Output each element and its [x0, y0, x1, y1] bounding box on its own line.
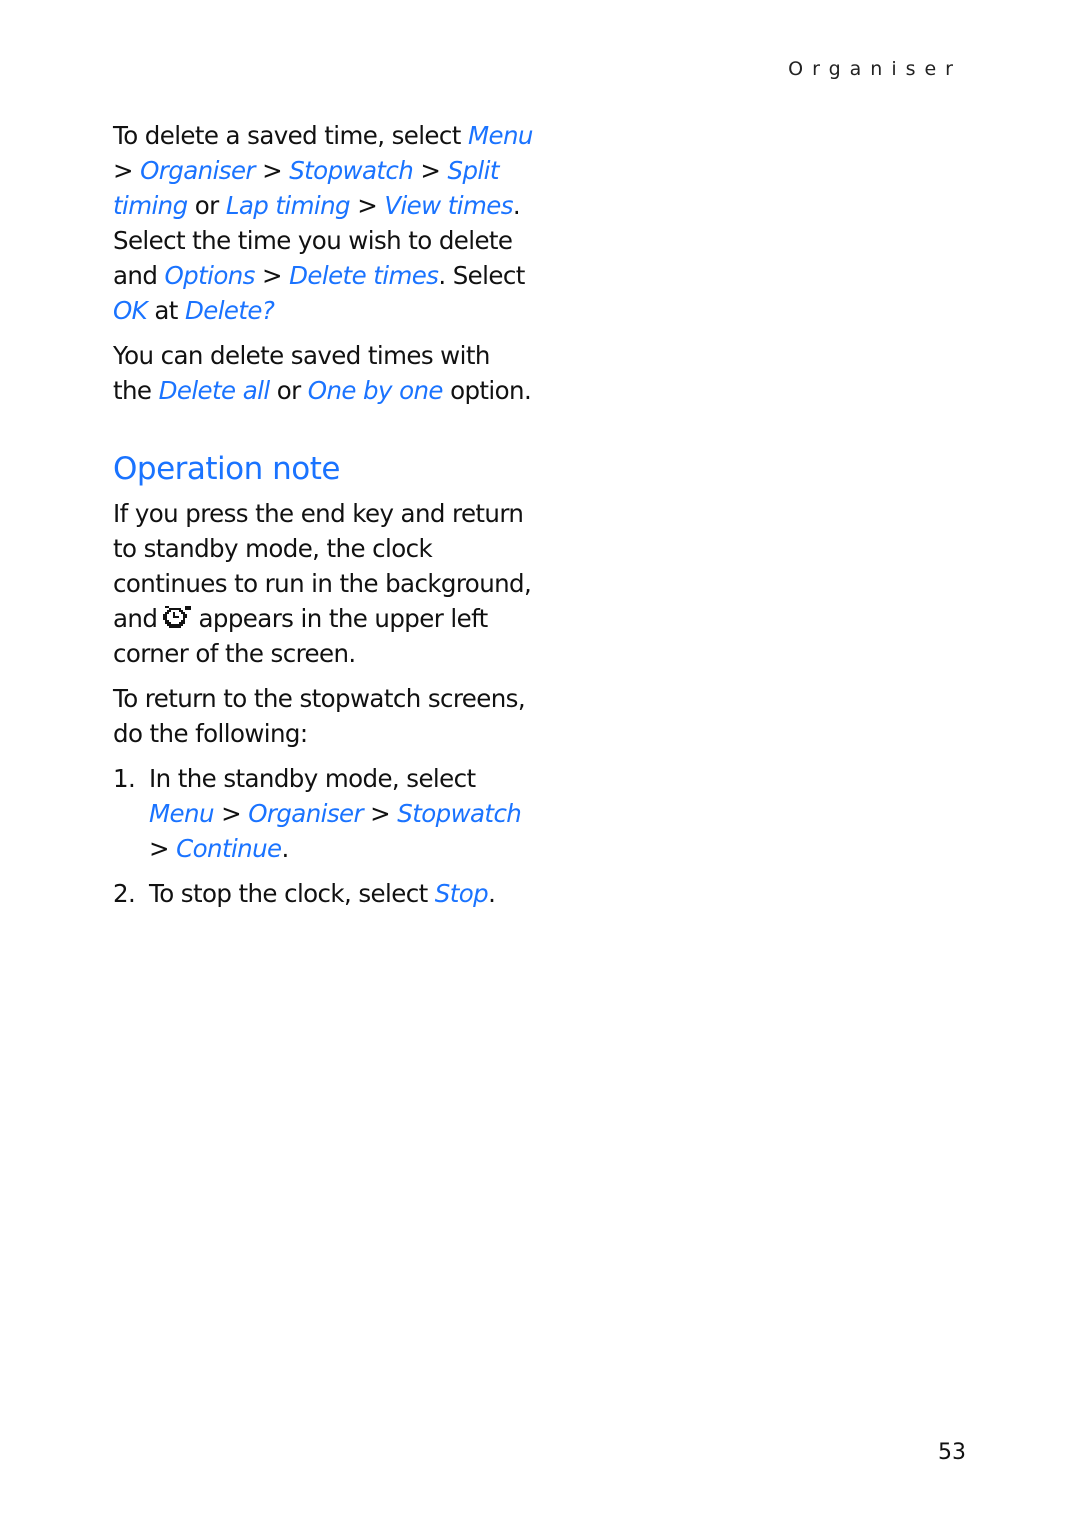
- continue-link: Continue: [176, 834, 282, 863]
- step-number: 2.: [113, 879, 136, 908]
- stopwatch-link: Stopwatch: [289, 156, 414, 185]
- page-number: 53: [938, 1440, 966, 1465]
- text: option.: [442, 376, 532, 405]
- delete-all-link: Delete all: [158, 376, 271, 405]
- separator: >: [149, 834, 177, 863]
- menu-link: Menu: [149, 799, 214, 828]
- list-item: 2. To stop the clock, select Stop.: [113, 876, 533, 911]
- menu-link: Menu: [467, 121, 533, 150]
- ok-link: OK: [113, 296, 148, 325]
- delete-prompt-link: Delete?: [184, 296, 275, 325]
- return-paragraph: To return to the stopwatch screens, do t…: [113, 684, 526, 748]
- organiser-link: Organiser: [140, 156, 255, 185]
- one-by-one-link: One by one: [307, 376, 444, 405]
- delete-options-paragraph: You can delete saved times with the Dele…: [113, 338, 533, 408]
- list-item: 1. In the standby mode, select Menu > Org…: [113, 761, 533, 866]
- delete-times-link: Delete times: [289, 261, 439, 290]
- section-heading: Operation note: [113, 451, 340, 487]
- separator: >: [362, 799, 398, 828]
- text: . Select: [438, 261, 525, 290]
- text: To delete a saved time, select: [113, 121, 468, 150]
- main-column: To delete a saved time, select Menu > Or…: [113, 118, 533, 921]
- lap-timing-link: Lap timing: [225, 191, 351, 220]
- organiser-link: Organiser: [248, 799, 363, 828]
- running-header: Organiser: [788, 58, 962, 80]
- separator: >: [254, 156, 290, 185]
- steps-list: 1. In the standby mode, select Menu > Org…: [113, 761, 533, 911]
- text: In the standby mode, select: [149, 764, 476, 793]
- text: or: [187, 191, 226, 220]
- stopwatch-link: Stopwatch: [397, 799, 522, 828]
- text: or: [269, 376, 308, 405]
- stop-link: Stop: [434, 879, 489, 908]
- text: .: [281, 834, 290, 863]
- separator: >: [413, 156, 448, 185]
- stopwatch-clock-icon: [163, 606, 192, 628]
- separator: >: [254, 261, 290, 290]
- text: .: [488, 879, 496, 908]
- separator: >: [113, 156, 141, 185]
- separator: >: [213, 799, 249, 828]
- step-number: 1.: [113, 764, 136, 793]
- text: To stop the clock, select: [149, 879, 435, 908]
- delete-time-paragraph: To delete a saved time, select Menu > Or…: [113, 118, 533, 328]
- separator: >: [350, 191, 385, 220]
- view-times-link: View times: [384, 191, 513, 220]
- operation-paragraph: If you press the end key and return to s…: [113, 496, 533, 671]
- options-link: Options: [164, 261, 255, 290]
- text: at: [147, 296, 185, 325]
